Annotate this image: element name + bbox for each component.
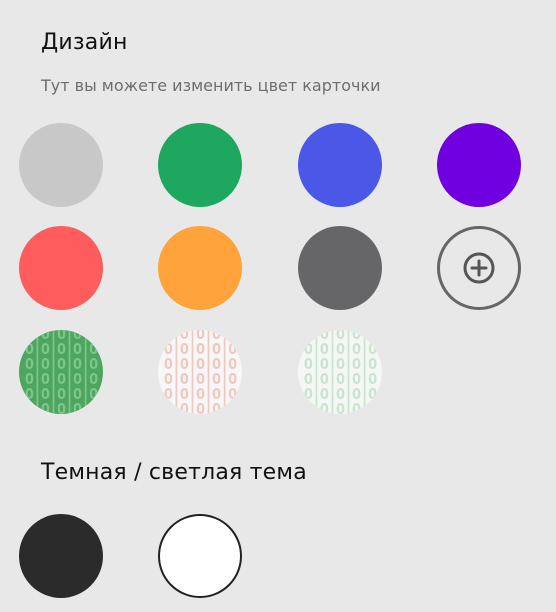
color-swatch-light-gray[interactable] xyxy=(19,123,103,207)
color-swatch-dark-gray[interactable] xyxy=(298,226,382,310)
color-swatch-red[interactable] xyxy=(19,226,103,310)
add-color-button[interactable] xyxy=(437,226,521,310)
color-swatch-green[interactable] xyxy=(158,123,242,207)
design-section-subtitle: Тут вы можете изменить цвет карточки xyxy=(41,76,381,95)
pattern-swatch-light-multicolor[interactable]: O|O|O|O|O O|O|O|O|O O|O|O|O|O O|O|O|O|O … xyxy=(158,330,242,414)
pattern-row: O|O|O|O|O xyxy=(163,400,237,415)
pattern-row: O|O|O|O|O xyxy=(303,400,377,415)
pattern-swatch-green[interactable]: O|O|O|O|O O|O|O|O|O O|O|O|O|O O|O|O|O|O … xyxy=(19,330,103,414)
pattern-swatch-light-green[interactable]: O|O|O|O|O O|O|O|O|O O|O|O|O|O O|O|O|O|O … xyxy=(298,330,382,414)
plus-circle-icon xyxy=(463,252,495,284)
color-swatch-blue[interactable] xyxy=(298,123,382,207)
color-swatch-purple[interactable] xyxy=(437,123,521,207)
theme-section-title: Темная / светлая тема xyxy=(41,460,307,485)
theme-option-light[interactable] xyxy=(158,514,242,598)
color-swatch-orange[interactable] xyxy=(158,226,242,310)
theme-option-dark[interactable] xyxy=(19,514,103,598)
design-section-title: Дизайн xyxy=(41,30,128,55)
pattern-row: O|O|O|O|O xyxy=(24,400,98,415)
